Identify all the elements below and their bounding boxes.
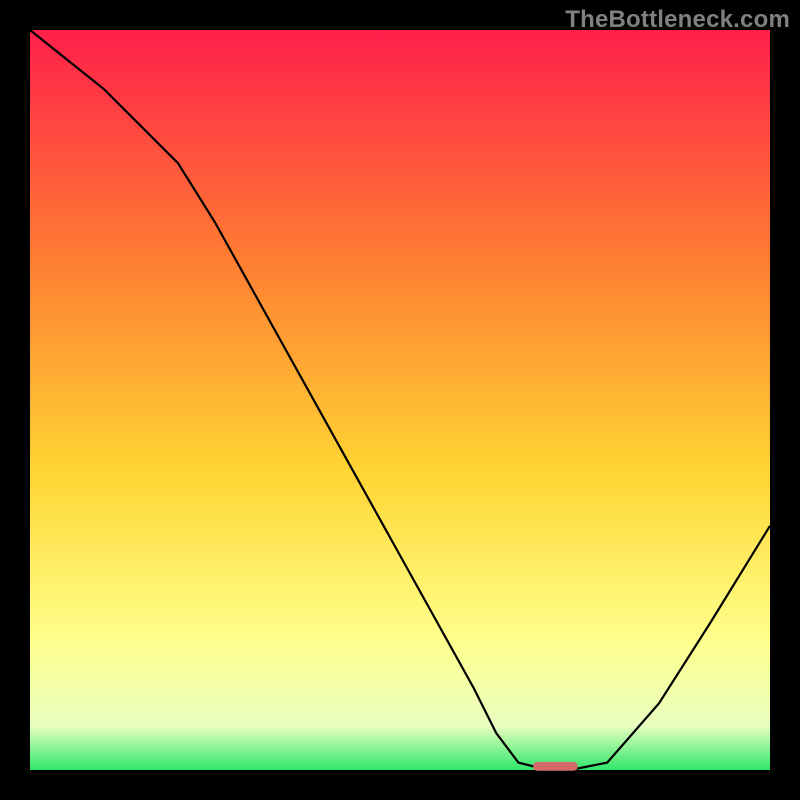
optimal-marker xyxy=(533,762,577,771)
bottleneck-chart xyxy=(0,0,800,800)
chart-frame: TheBottleneck.com xyxy=(0,0,800,800)
gradient-background xyxy=(30,30,770,770)
